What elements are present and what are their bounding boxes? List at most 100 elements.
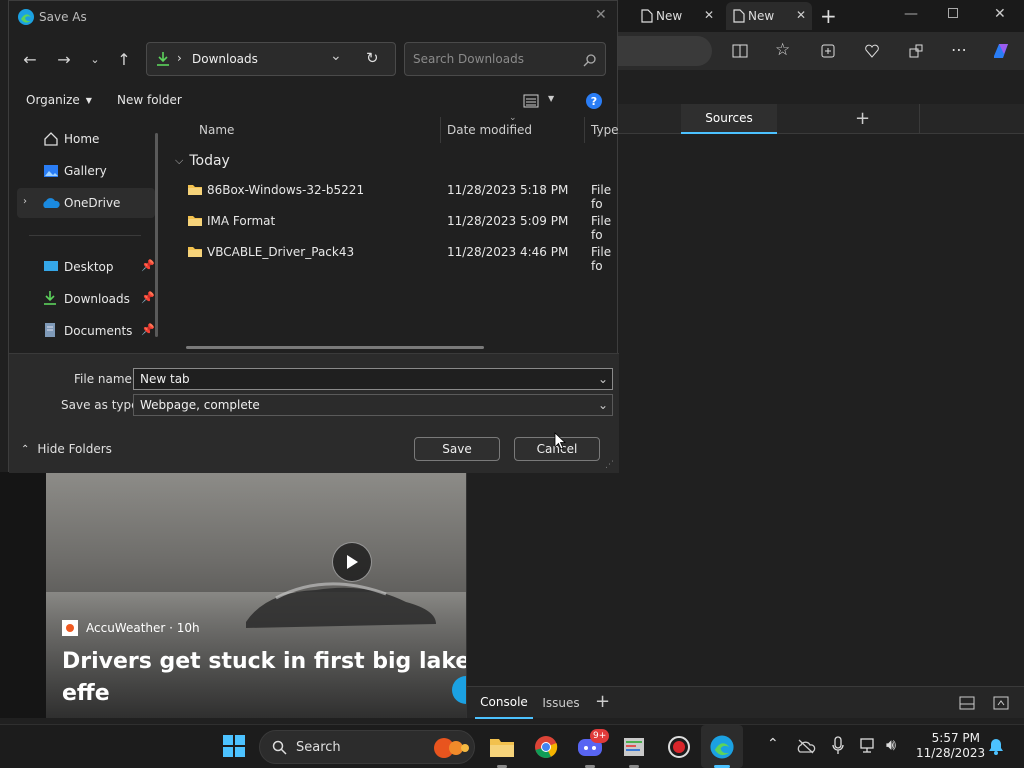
back-arrow-icon[interactable]: ←	[18, 47, 42, 71]
hide-folders-button[interactable]: ⌃ Hide Folders	[21, 442, 112, 456]
pin-icon[interactable]: 📌	[141, 323, 155, 336]
file-name-field[interactable]: New tab ⌄	[133, 368, 613, 390]
favorites-icon[interactable]: ☆	[775, 40, 790, 60]
copilot-icon[interactable]	[990, 40, 1012, 62]
sidebar-item-onedrive[interactable]: › OneDrive	[17, 188, 155, 218]
notifications-bell-icon[interactable]	[988, 737, 1004, 755]
breadcrumb-downloads[interactable]: Downloads	[192, 52, 258, 66]
resize-grip-icon[interactable]: ⋰	[605, 460, 614, 470]
sidebar-item-documents[interactable]: Documents 📌	[21, 316, 155, 346]
more-options-icon[interactable]: ⋯	[951, 40, 967, 59]
show-hidden-icons-chevron-icon[interactable]: ⌃	[767, 736, 779, 752]
new-folder-button[interactable]: New folder	[117, 93, 182, 107]
dialog-titlebar: Save As ✕	[9, 1, 619, 33]
column-header-date[interactable]: Date modified	[447, 123, 532, 137]
group-header-today[interactable]: ⌵ Today	[175, 153, 230, 169]
file-name-dropdown-chevron-icon[interactable]: ⌄	[598, 369, 608, 389]
group-label: Today	[189, 153, 230, 169]
up-arrow-icon[interactable]: ↑	[112, 47, 136, 71]
address-breadcrumb[interactable]: › Downloads ⌄ ↻	[146, 42, 396, 76]
organize-dropdown-icon: ▼	[85, 95, 92, 105]
command-bar: Organize ▼ New folder ▼ ?	[9, 85, 619, 117]
browser-tab-active[interactable]: New ✕	[726, 2, 812, 30]
restore-icon[interactable]	[948, 8, 958, 18]
sidebar-item-desktop[interactable]: Desktop 📌	[21, 252, 155, 282]
news-card[interactable]: AccuWeather · 10h Drivers get stuck in f…	[46, 472, 466, 718]
sidebar-item-home[interactable]: Home	[21, 124, 147, 154]
save-as-dialog: Save As ✕ ← → ⌄ ↑ › Downloads ⌄ ↻ Search…	[8, 0, 619, 473]
column-divider[interactable]	[584, 117, 585, 143]
extensions-icon[interactable]	[908, 43, 924, 59]
column-name-label: Name	[199, 123, 235, 137]
tab-issues[interactable]: Issues	[539, 687, 583, 719]
browser-tab[interactable]: New ✕	[634, 2, 720, 30]
onedrive-cloud-icon	[43, 198, 60, 208]
column-date-label: Date modified	[447, 123, 533, 137]
dock-icon[interactable]	[959, 696, 975, 710]
new-tab-plus-icon[interactable]: +	[820, 4, 837, 28]
undock-icon[interactable]	[993, 696, 1009, 710]
sidebar-scrollbar[interactable]	[155, 133, 158, 337]
organize-label: Organize	[26, 93, 80, 107]
play-icon	[347, 555, 358, 569]
horizontal-scrollbar[interactable]	[186, 346, 484, 349]
news-headline[interactable]: Drivers get stuck in first big lake-effe…	[62, 646, 466, 718]
file-row[interactable]: IMA Format 11/28/2023 5:09 PM File fo	[167, 206, 619, 242]
browser-essentials-icon[interactable]	[864, 43, 880, 59]
collapse-up-chevron-icon: ⌃	[21, 443, 30, 455]
add-tool-plus-icon[interactable]: +	[855, 108, 870, 129]
start-windows-icon[interactable]	[222, 734, 246, 758]
clock[interactable]: 5:57 PM 11/28/2023	[916, 731, 985, 761]
volume-icon[interactable]: 🔊︎	[886, 735, 896, 755]
refresh-icon[interactable]: ↻	[366, 49, 379, 67]
view-dropdown-icon[interactable]: ▼	[548, 94, 554, 103]
taskbar: Search 9+ ⌃ 🔊︎ 5:57 PM 11/28/2023	[0, 724, 1024, 768]
tab-close-icon[interactable]: ✕	[796, 8, 806, 22]
address-bar[interactable]	[618, 36, 712, 66]
pin-icon[interactable]: 📌	[141, 291, 155, 304]
view-options-icon[interactable]	[523, 94, 539, 108]
column-header-name[interactable]: Name	[199, 123, 234, 137]
screen-recorder-icon[interactable]	[665, 733, 693, 761]
sidebar-item-label: Documents	[64, 324, 133, 338]
chrome-icon[interactable]	[532, 733, 560, 761]
add-drawer-tab-plus-icon[interactable]: +	[595, 691, 610, 712]
edge-icon[interactable]	[708, 733, 736, 761]
collections-icon[interactable]	[820, 43, 836, 59]
organize-button[interactable]: Organize ▼	[26, 93, 92, 107]
sidebar-item-downloads[interactable]: Downloads 📌	[21, 284, 155, 314]
dialog-close-icon[interactable]: ✕	[595, 7, 607, 23]
save-button[interactable]: Save	[414, 437, 500, 461]
save-type-select[interactable]: Webpage, complete ⌄	[133, 394, 613, 416]
split-screen-icon[interactable]	[732, 43, 748, 59]
app-grid-icon[interactable]	[620, 733, 648, 761]
file-row[interactable]: 86Box-Windows-32-b5221 11/28/2023 5:18 P…	[167, 175, 619, 211]
microphone-icon[interactable]	[832, 736, 844, 756]
help-icon[interactable]: ?	[586, 93, 602, 109]
minimize-icon[interactable]: —	[904, 6, 918, 22]
address-dropdown-chevron-icon[interactable]: ⌄	[330, 48, 342, 64]
column-divider[interactable]	[440, 117, 441, 143]
play-button[interactable]	[332, 542, 372, 582]
sidebar-item-gallery[interactable]: Gallery	[21, 156, 147, 186]
window-close-icon[interactable]: ✕	[994, 6, 1006, 22]
network-icon[interactable]	[860, 737, 878, 755]
forward-arrow-icon[interactable]: →	[52, 47, 76, 71]
file-explorer-icon[interactable]	[488, 733, 516, 761]
save-type-dropdown-chevron-icon[interactable]: ⌄	[598, 395, 608, 415]
onedrive-offline-icon[interactable]	[796, 738, 816, 754]
file-row[interactable]: VBCABLE_Driver_Pack43 11/28/2023 4:46 PM…	[167, 237, 619, 273]
pin-icon[interactable]: 📌	[141, 259, 155, 272]
taskbar-search-box[interactable]: Search	[259, 730, 475, 764]
expand-chevron-icon[interactable]: ›	[23, 196, 27, 207]
column-header-type[interactable]: Type	[591, 123, 619, 137]
search-icon	[272, 740, 287, 755]
save-label: Save	[442, 442, 472, 456]
search-input[interactable]: Search Downloads	[404, 42, 606, 76]
tab-console[interactable]: Console	[475, 687, 533, 719]
tab-console-label: Console	[480, 695, 528, 709]
page-icon	[641, 9, 653, 23]
tab-close-icon[interactable]: ✕	[704, 8, 714, 22]
recent-locations-chevron-icon[interactable]: ⌄	[83, 47, 107, 71]
tab-sources[interactable]: Sources	[681, 104, 777, 134]
